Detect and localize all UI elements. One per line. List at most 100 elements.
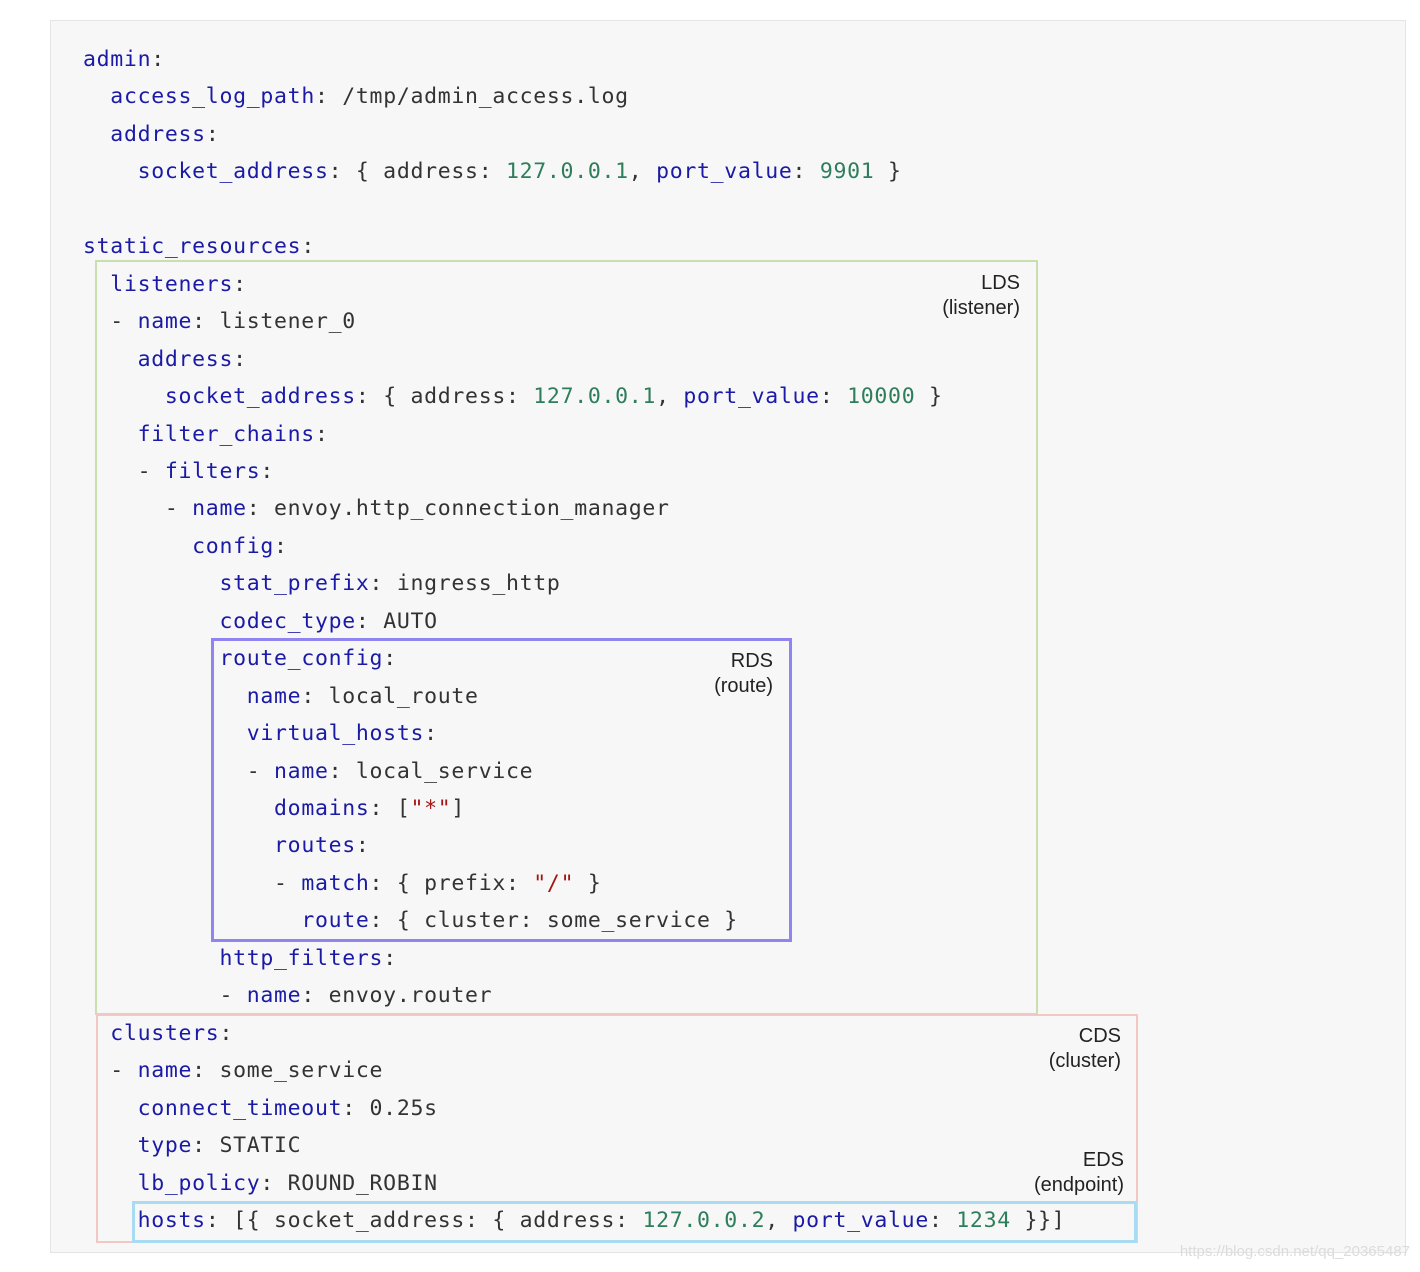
- yaml-key: name: [137, 309, 193, 335]
- yaml-text: : { address:: [328, 159, 506, 185]
- yaml-text: : /tmp/admin_access.log: [314, 84, 629, 110]
- yaml-text: [83, 609, 219, 634]
- code-line: - name: some_service: [83, 1053, 383, 1089]
- lds-title: LDS: [981, 272, 1020, 294]
- yaml-text: :: [383, 646, 397, 672]
- yaml-text: :: [383, 945, 397, 971]
- yaml-text: [83, 1133, 138, 1158]
- eds-title: EDS: [1082, 1149, 1124, 1171]
- yaml-text: :: [301, 234, 315, 260]
- yaml-key: filters: [164, 458, 261, 484]
- yaml-text: ,: [656, 384, 684, 410]
- code-line: virtual_hosts:: [83, 716, 438, 752]
- yaml-key: port_value: [656, 159, 793, 185]
- yaml-text: [83, 721, 247, 746]
- yaml-key: route_config: [219, 646, 384, 672]
- yaml-text: [83, 1171, 138, 1196]
- yaml-key: static_resources: [83, 234, 302, 260]
- yaml-string: "/": [533, 870, 575, 896]
- yaml-text: : ingress_http: [369, 571, 561, 597]
- yaml-text: -: [83, 1058, 138, 1084]
- lds-subtitle: (listener): [942, 297, 1020, 319]
- yaml-text: [83, 796, 274, 821]
- yaml-text: -: [83, 758, 275, 784]
- yaml-number: 127.0.0.1: [533, 384, 657, 410]
- code-line: route_config:: [83, 641, 397, 677]
- code-line: static_resources:: [83, 229, 315, 265]
- yaml-text: : { prefix:: [369, 870, 534, 896]
- code-line: - match: { prefix: "/" }: [83, 866, 602, 902]
- yaml-text: }: [874, 159, 902, 185]
- code-line: routes:: [83, 828, 370, 864]
- yaml-text: : envoy.router: [301, 983, 493, 1009]
- code-line: codec_type: AUTO: [83, 604, 438, 640]
- code-line: connect_timeout: 0.25s: [83, 1091, 438, 1127]
- yaml-key: hosts: [137, 1207, 206, 1233]
- yaml-string: "*": [410, 796, 452, 821]
- yaml-text: : STATIC: [192, 1133, 302, 1159]
- yaml-text: [83, 122, 110, 147]
- yaml-text: [83, 84, 110, 109]
- yaml-key: config: [192, 533, 275, 559]
- yaml-text: [83, 684, 247, 709]
- yaml-text: ,: [628, 159, 657, 185]
- yaml-text: }}]: [1010, 1207, 1066, 1233]
- yaml-text: [83, 946, 219, 971]
- yaml-text: :: [928, 1207, 957, 1233]
- yaml-key: name: [274, 758, 329, 784]
- code-line: domains: ["*"]: [83, 791, 465, 827]
- eds-subtitle: (endpoint): [1033, 1174, 1124, 1196]
- code-line: - name: listener_0: [83, 304, 356, 340]
- yaml-text: [83, 908, 301, 933]
- rds-label: RDS (route): [714, 649, 773, 699]
- yaml-text: [83, 646, 219, 671]
- code-line: socket_address: { address: 127.0.0.1, po…: [83, 154, 902, 190]
- code-line: http_filters:: [83, 941, 397, 977]
- yaml-key: match: [301, 870, 370, 896]
- yaml-text: :: [314, 421, 329, 447]
- yaml-key: port_value: [683, 384, 820, 410]
- code-line: - filters:: [83, 454, 274, 490]
- yaml-text: [83, 1208, 138, 1233]
- yaml-text: :: [219, 1020, 234, 1046]
- yaml-key: socket_address: [137, 159, 329, 185]
- yaml-text: :: [233, 271, 247, 297]
- yaml-text: ]: [451, 796, 466, 821]
- watermark-url: https://blog.csdn.net/qq_20365487: [1179, 1243, 1410, 1260]
- yaml-key: route: [301, 908, 370, 934]
- yaml-key: http_filters: [219, 945, 384, 971]
- yaml-text: [83, 534, 192, 559]
- code-line: lb_policy: ROUND_ROBIN: [83, 1166, 438, 1202]
- yaml-number: 127.0.0.2: [642, 1207, 766, 1233]
- yaml-text: :: [205, 121, 220, 147]
- yaml-text: [83, 272, 110, 297]
- yaml-text: : local_service: [328, 758, 534, 784]
- yaml-key: name: [192, 496, 247, 522]
- yaml-text: :: [792, 159, 820, 185]
- yaml-text: ,: [765, 1207, 793, 1233]
- rds-subtitle: (route): [714, 675, 773, 697]
- yaml-text: [83, 833, 274, 858]
- yaml-key: filter_chains: [137, 421, 315, 447]
- code-line: stat_prefix: ingress_http: [83, 566, 561, 602]
- yaml-text: [83, 159, 138, 184]
- yaml-key: listeners: [110, 271, 234, 297]
- yaml-text: : [{ socket_address: { address:: [205, 1207, 643, 1233]
- yaml-key: type: [137, 1133, 193, 1159]
- code-line: route: { cluster: some_service }: [83, 903, 738, 939]
- yaml-text: : envoy.http_connection_manager: [246, 496, 670, 522]
- code-line: admin:: [83, 42, 165, 78]
- yaml-text: : [: [369, 796, 411, 821]
- yaml-key: name: [137, 1058, 193, 1084]
- code-line: socket_address: { address: 127.0.0.1, po…: [83, 379, 943, 415]
- yaml-key: virtual_hosts: [246, 721, 425, 747]
- yaml-text: : { address:: [355, 384, 534, 410]
- yaml-text: : 0.25s: [342, 1095, 438, 1121]
- yaml-text: :: [355, 833, 370, 859]
- yaml-text: :: [819, 384, 848, 410]
- yaml-text: -: [83, 458, 165, 484]
- yaml-text: -: [83, 983, 247, 1009]
- yaml-text: -: [83, 309, 138, 335]
- cds-title: CDS: [1078, 1025, 1121, 1047]
- code-line: access_log_path: /tmp/admin_access.log: [83, 79, 629, 115]
